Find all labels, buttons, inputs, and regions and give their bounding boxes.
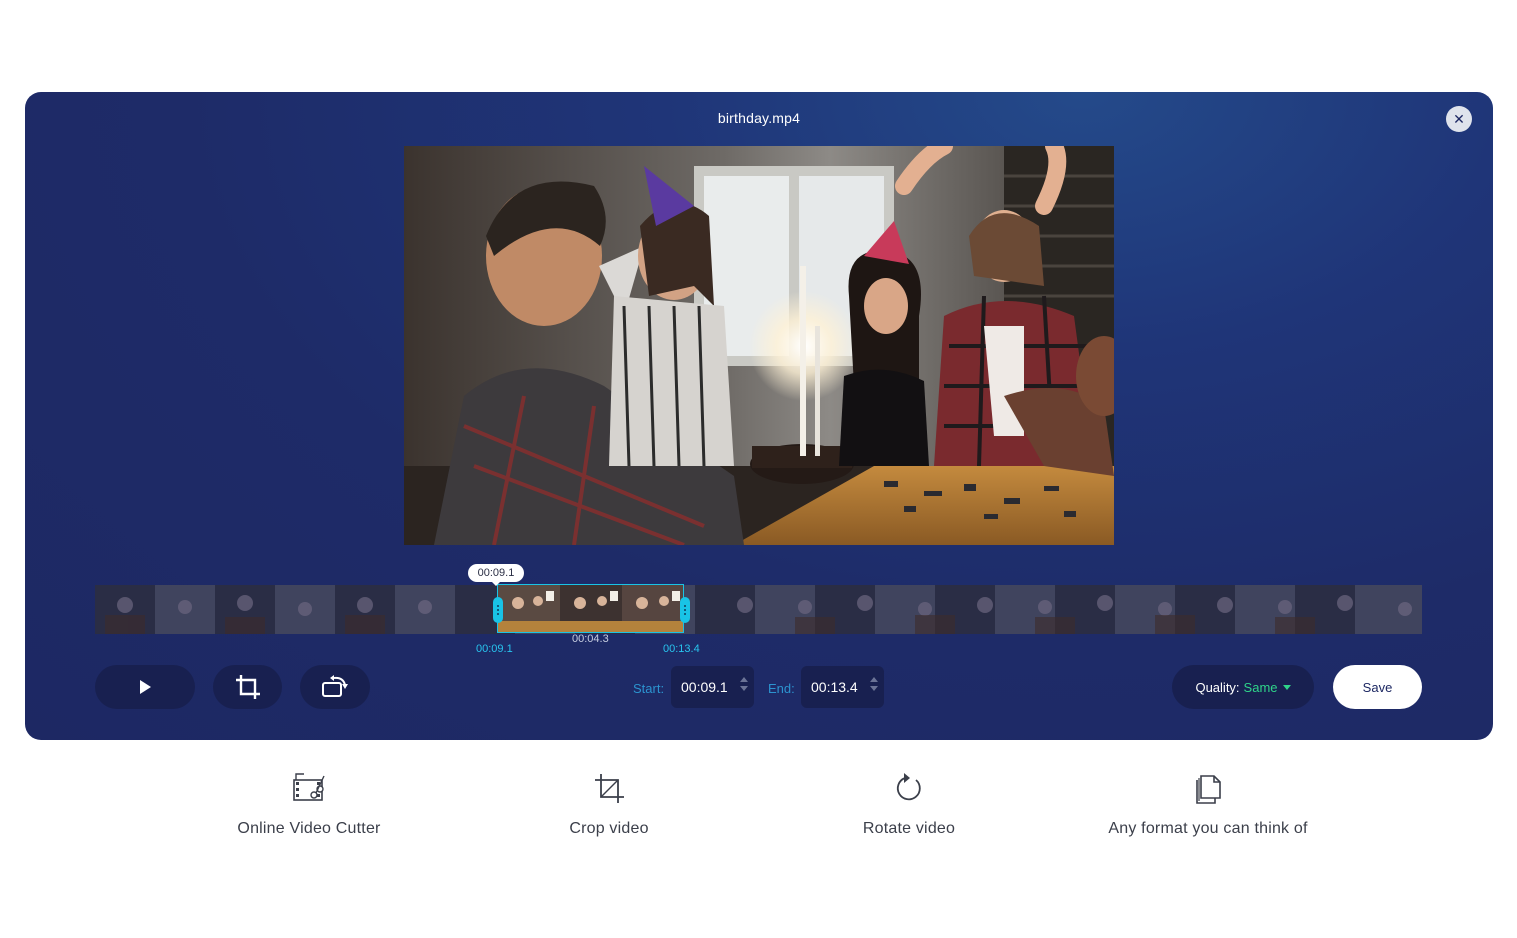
timeline-thumbnails [95, 585, 1422, 634]
play-icon [140, 680, 151, 694]
close-icon: ✕ [1453, 110, 1465, 127]
quality-value: Same [1243, 679, 1278, 695]
timeline-strip[interactable] [95, 585, 1422, 634]
feature-rotate-video: Rotate video [759, 770, 1059, 838]
feature-label: Online Video Cutter [237, 820, 381, 837]
rotate-icon [322, 675, 348, 697]
feature-video-cutter: Online Video Cutter [159, 770, 459, 838]
feature-label: Crop video [569, 820, 649, 837]
end-time-value: 00:13.4 [811, 679, 858, 695]
selection-duration: 00:04.3 [572, 633, 609, 645]
quality-dropdown[interactable]: Quality: Same [1172, 665, 1314, 709]
playhead-time: 00:09.1 [468, 564, 524, 586]
start-time-input[interactable]: 00:09.1 [671, 666, 754, 708]
video-preview[interactable] [404, 146, 1114, 545]
feature-crop-video: Crop video [459, 770, 759, 838]
feature-any-format: Any format you can think of [1058, 770, 1358, 838]
play-button[interactable] [95, 665, 195, 709]
video-editor-panel: birthday.mp4 ✕ 00:09.1 00:09.1 00:04.3 0… [25, 92, 1493, 740]
close-button[interactable]: ✕ [1446, 106, 1472, 132]
end-decrement-arrow-icon[interactable] [870, 686, 878, 691]
selection-start-time: 00:09.1 [476, 643, 513, 655]
quality-label: Quality: [1195, 679, 1240, 695]
rotate-icon [896, 773, 921, 801]
start-decrement-arrow-icon[interactable] [740, 686, 748, 691]
timeline-selection[interactable] [497, 584, 684, 633]
selected-thumbnails [498, 585, 683, 632]
end-stepper[interactable] [870, 677, 878, 691]
feature-label: Any format you can think of [1108, 820, 1308, 837]
crop-icon [595, 774, 624, 803]
caret-down-icon [1282, 684, 1291, 690]
end-label: End: [768, 681, 795, 696]
file-name: birthday.mp4 [717, 110, 801, 126]
selection-end-time: 00:13.4 [663, 643, 700, 655]
trim-start-handle[interactable] [493, 597, 503, 623]
start-stepper[interactable] [740, 677, 748, 691]
files-icon [1196, 775, 1221, 804]
film-cut-icon [293, 773, 325, 801]
trim-end-handle[interactable] [680, 597, 690, 623]
crop-icon [235, 675, 260, 699]
end-increment-arrow-icon[interactable] [870, 677, 878, 682]
save-button[interactable]: Save [1333, 665, 1422, 709]
start-increment-arrow-icon[interactable] [740, 677, 748, 682]
end-time-input[interactable]: 00:13.4 [801, 666, 884, 708]
crop-button[interactable] [213, 665, 282, 709]
start-time-value: 00:09.1 [681, 679, 728, 695]
video-frame-image [404, 146, 1114, 545]
start-label: Start: [633, 681, 665, 696]
rotate-button[interactable] [300, 665, 370, 709]
feature-label: Rotate video [862, 820, 956, 837]
